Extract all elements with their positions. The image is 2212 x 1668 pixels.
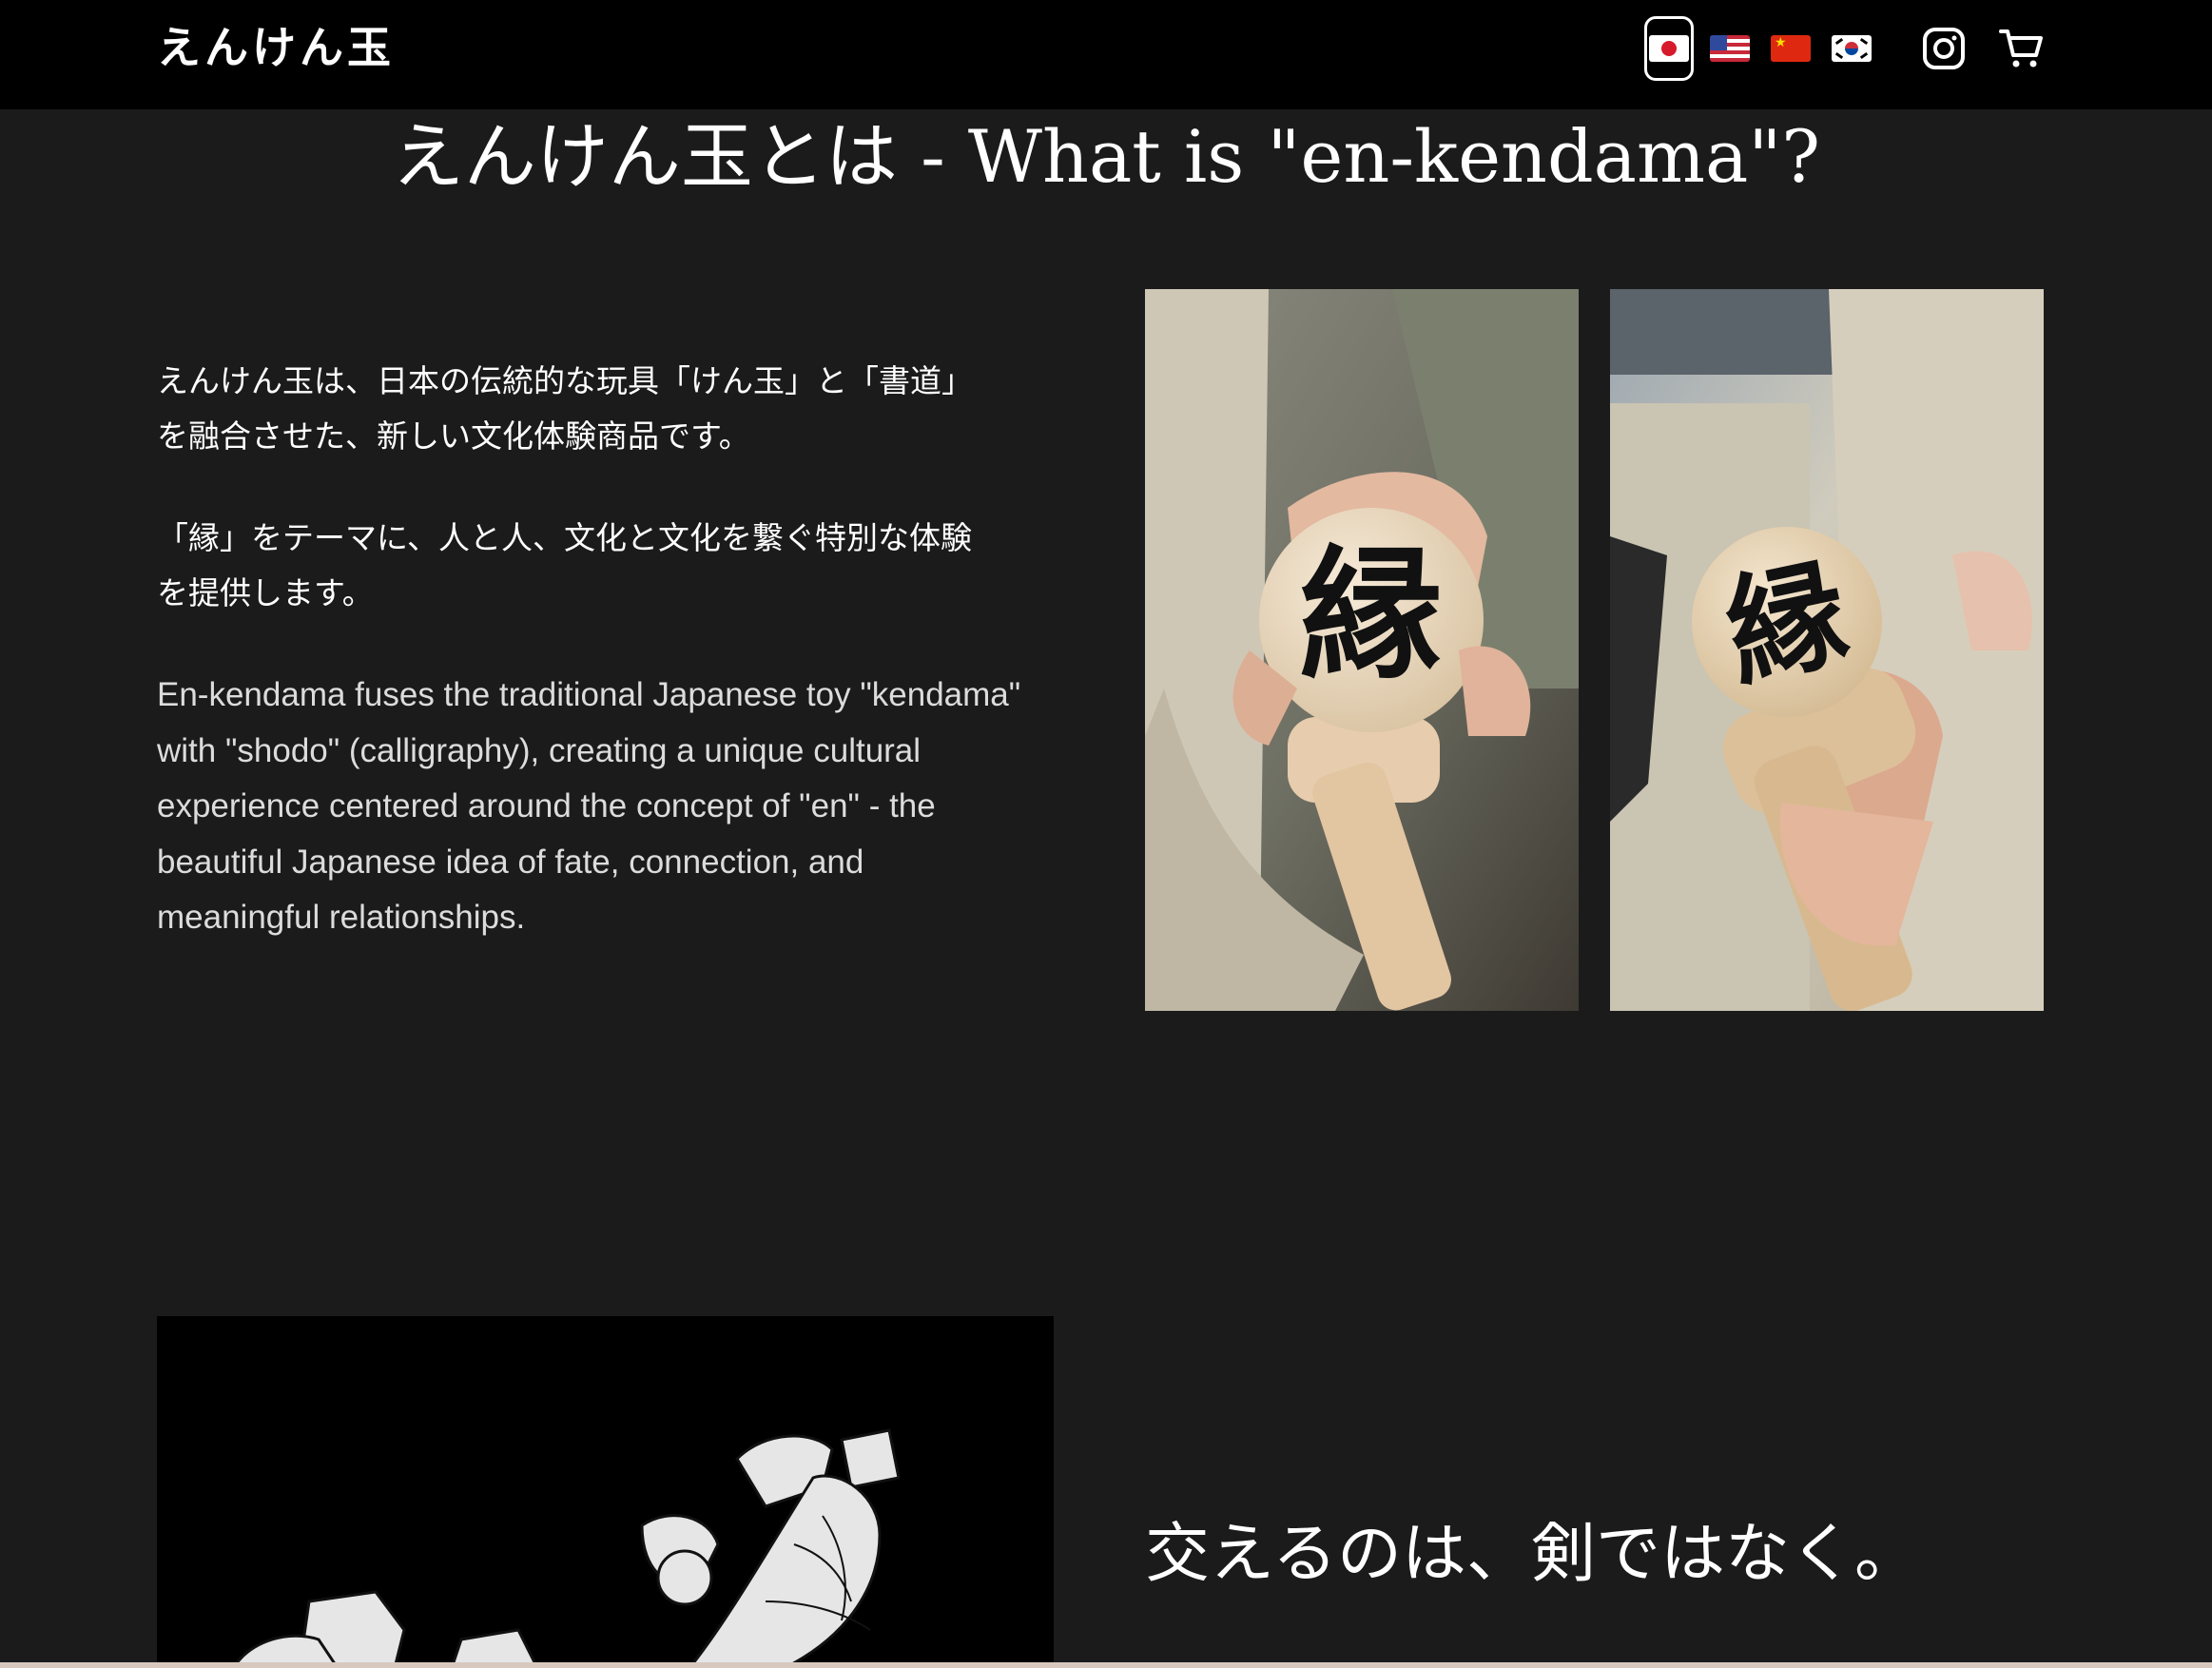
page-bottom-edge [0, 1662, 2212, 1668]
cart-button[interactable] [1995, 23, 2047, 74]
page-title: えんけん玉とは - What is "en-kendama"? [391, 114, 1821, 199]
intro-en-line-4: beautiful Japanese idea of fate, connect… [157, 843, 864, 881]
instagram-button[interactable] [1918, 23, 1969, 74]
language-english-button[interactable] [1705, 16, 1755, 81]
instagram-icon [1923, 28, 1965, 69]
intro-jp-1-line-2: を融合させた、新しい文化体験商品です。 [157, 417, 750, 455]
intro-paragraph-jp-1: えんけん玉は、日本の伝統的な玩具「けん玉」と「書道」 を融合させた、新しい文化体… [157, 354, 1060, 464]
intro-jp-2-line-2: を提供します。 [157, 574, 374, 611]
intro-paragraph-jp-2: 「縁」をテーマに、人と人、文化と文化を繋ぐ特別な体験 を提供します。 [157, 511, 1060, 621]
intro-en-line-3: experience centered around the concept o… [157, 787, 936, 824]
intro-en-line-2: with "shodo" (calligraphy), creating a u… [157, 731, 922, 769]
site-header: えんけん玉 [0, 0, 2212, 109]
language-japanese-button[interactable] [1644, 16, 1694, 81]
cart-icon [1999, 29, 2043, 68]
china-flag-icon [1771, 35, 1811, 62]
language-chinese-button[interactable] [1766, 16, 1815, 81]
kendama-photo-2-image: 縁 [1610, 289, 2044, 1011]
kendama-photo-1-image: 縁 [1145, 289, 1579, 1011]
usa-flag-icon [1710, 35, 1750, 62]
intro-jp-1-line-1: えんけん玉は、日本の伝統的な玩具「けん玉」と「書道」 [157, 362, 973, 399]
section-subheading: 交えるのは、剣ではなく。 [1145, 1517, 1919, 1592]
en-calligraphy-1: 縁 [1300, 532, 1443, 699]
kendama-samurai-illustration [231, 1428, 901, 1668]
intro-paragraph-en: En-kendama fuses the traditional Japanes… [157, 668, 1060, 946]
kendama-photo-2: 縁 [1610, 289, 2044, 1011]
korea-flag-icon [1832, 35, 1872, 62]
kendama-photo-1: 縁 [1145, 289, 1579, 1011]
language-korean-button[interactable] [1827, 16, 1876, 81]
intro-jp-2-line-1: 「縁」をテーマに、人と人、文化と文化を繋ぐ特別な体験 [157, 519, 973, 556]
japan-flag-icon [1649, 35, 1689, 62]
site-logo[interactable]: えんけん玉 [157, 19, 395, 76]
kendama-illustration [157, 1316, 1054, 1668]
intro-en-line-5: meaningful relationships. [157, 899, 526, 936]
intro-en-line-1: En-kendama fuses the traditional Japanes… [157, 676, 1021, 713]
